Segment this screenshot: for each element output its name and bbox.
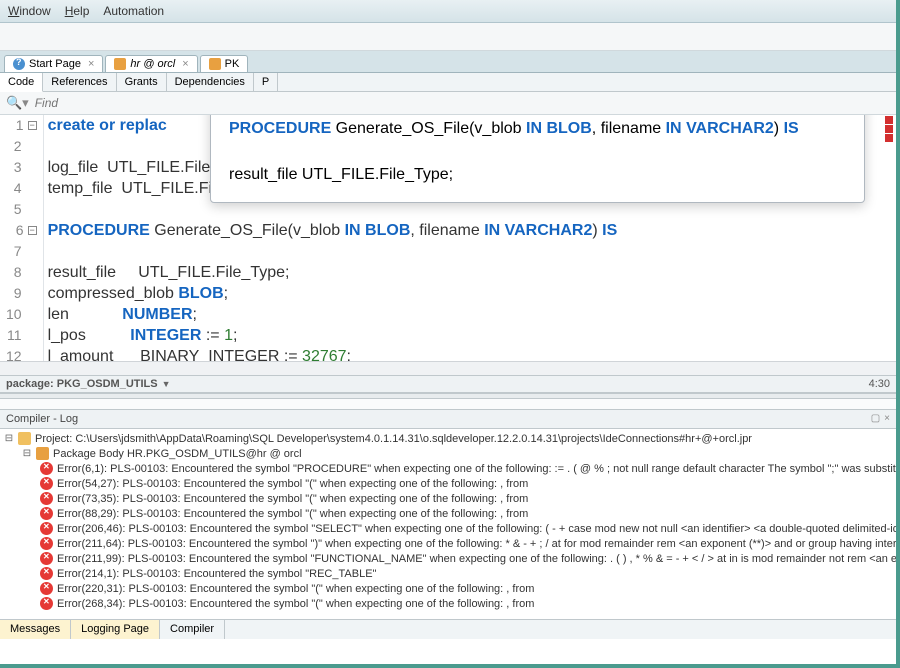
compiler-panel-header: Compiler - Log ▢ ×: [0, 409, 896, 429]
error-icon: [40, 462, 53, 475]
error-row[interactable]: Error(6,1): PLS-00103: Encountered the s…: [4, 461, 892, 476]
error-row[interactable]: Error(73,35): PLS-00103: Encountered the…: [4, 491, 892, 506]
fold-icon[interactable]: −: [28, 121, 37, 130]
error-icon: [40, 522, 53, 535]
error-icon: [40, 507, 53, 520]
panel-title: Compiler - Log: [6, 413, 78, 425]
menu-help[interactable]: Help: [65, 4, 90, 18]
sub-tabs: Code References Grants Dependencies P: [0, 73, 896, 92]
project-icon: [18, 432, 31, 445]
editor-tabs: Start Page × hr @ orcl × PK: [0, 51, 896, 73]
package-icon: [36, 447, 49, 460]
compiler-log[interactable]: ⊟Project: C:\Users\jdsmith\AppData\Roami…: [0, 429, 896, 619]
tab-label: hr @ orcl: [130, 58, 175, 70]
bottom-tab-compiler[interactable]: Compiler: [160, 620, 225, 639]
code-editor[interactable]: 1− 2 3 4 5 6− 7 8 9 10 11 12 create or r…: [0, 115, 896, 375]
error-row[interactable]: Error(54,27): PLS-00103: Encountered the…: [4, 476, 892, 491]
search-bar: 🔍▾: [0, 92, 896, 115]
package-label: package: PKG_OSDM_UTILS: [6, 378, 158, 390]
error-row[interactable]: Error(206,46): PLS-00103: Encountered th…: [4, 521, 892, 536]
database-icon: [114, 58, 126, 70]
error-row[interactable]: Error(214,1): PLS-00103: Encountered the…: [4, 566, 892, 581]
tab-connection[interactable]: hr @ orcl ×: [105, 55, 197, 72]
bottom-tabs: Messages Logging Page Compiler: [0, 619, 896, 639]
tab-start-page[interactable]: Start Page ×: [4, 55, 103, 72]
error-icon: [40, 597, 53, 610]
error-row[interactable]: Error(268,34): PLS-00103: Encountered th…: [4, 596, 892, 611]
code-tooltip: temp_file UTL_FILE.File_Type PROCEDURE G…: [210, 115, 865, 203]
close-icon[interactable]: ×: [88, 58, 94, 70]
close-icon[interactable]: ×: [884, 413, 890, 425]
fold-icon[interactable]: −: [28, 226, 37, 235]
tab-label: PK: [225, 58, 240, 70]
error-icon: [40, 492, 53, 505]
error-row[interactable]: Error(211,99): PLS-00103: Encountered th…: [4, 551, 892, 566]
sub-tab-references[interactable]: References: [43, 73, 116, 91]
toolbar: [0, 23, 896, 51]
sub-tab-grants[interactable]: Grants: [117, 73, 167, 91]
sub-tab-code[interactable]: Code: [0, 73, 43, 92]
cursor-position: 4:30: [869, 378, 890, 390]
horizontal-scrollbar[interactable]: [0, 361, 896, 375]
package-icon: [209, 58, 221, 70]
search-input[interactable]: [35, 96, 890, 110]
menu-window[interactable]: Window: [8, 4, 51, 18]
tree-collapse-icon[interactable]: ⊟: [22, 448, 32, 459]
sub-tab-more[interactable]: P: [254, 73, 278, 91]
error-icon: [40, 567, 53, 580]
error-icon: [40, 552, 53, 565]
menu-automation[interactable]: Automation: [103, 4, 164, 18]
editor-status-bar: package: PKG_OSDM_UTILS ▼ 4:30: [0, 375, 896, 393]
minimize-icon[interactable]: ▢: [871, 413, 880, 425]
error-icon: [40, 537, 53, 550]
error-row[interactable]: Error(220,31): PLS-00103: Encountered th…: [4, 581, 892, 596]
error-icon: [40, 477, 53, 490]
line-gutter: 1− 2 3 4 5 6− 7 8 9 10 11 12: [0, 115, 44, 367]
menu-bar: Window Help Automation: [0, 0, 896, 23]
tab-label: Start Page: [29, 58, 81, 70]
sub-tab-dependencies[interactable]: Dependencies: [167, 73, 254, 91]
bottom-tab-messages[interactable]: Messages: [0, 620, 71, 639]
help-icon: [13, 58, 25, 70]
bottom-tab-logging[interactable]: Logging Page: [71, 620, 160, 639]
error-icon: [40, 582, 53, 595]
tree-collapse-icon[interactable]: ⊟: [4, 433, 14, 444]
search-icon[interactable]: 🔍▾: [6, 95, 29, 111]
error-row[interactable]: Error(88,29): PLS-00103: Encountered the…: [4, 506, 892, 521]
dropdown-icon[interactable]: ▼: [162, 379, 171, 389]
error-row[interactable]: Error(211,64): PLS-00103: Encountered th…: [4, 536, 892, 551]
close-icon[interactable]: ×: [182, 58, 188, 70]
error-overview-ruler[interactable]: [884, 115, 896, 375]
tab-package[interactable]: PK: [200, 55, 249, 72]
